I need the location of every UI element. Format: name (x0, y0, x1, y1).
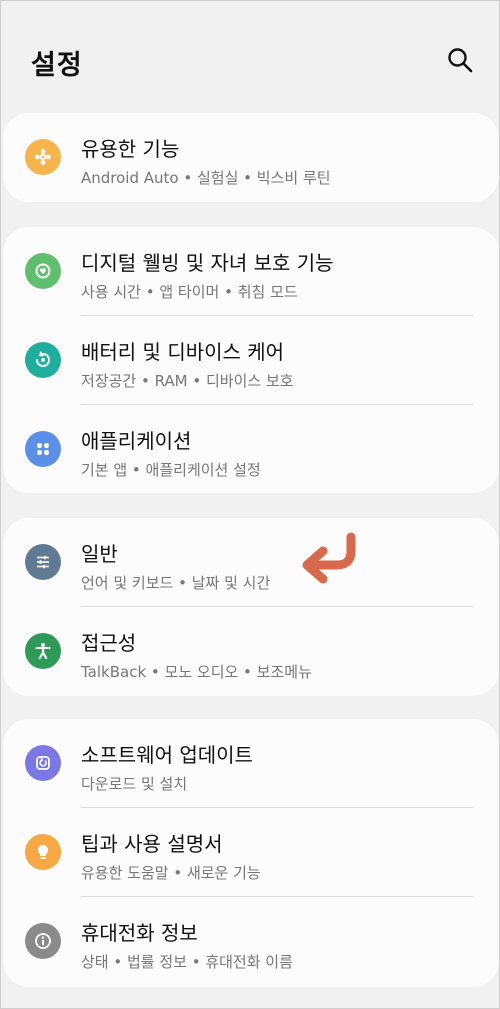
lightbulb-icon (25, 834, 61, 870)
settings-group-wellbeing: 디지털 웰빙 및 자녀 보호 기능 사용 시간 • 앱 타이머 • 취침 모드 … (3, 227, 499, 493)
menu-item-label: 일반 (81, 542, 118, 566)
search-icon[interactable] (445, 45, 475, 75)
menu-item-tips-manual[interactable]: 팁과 사용 설명서 유용한 도움말 • 새로운 기능 (3, 808, 499, 897)
menu-item-software-update[interactable]: 소프트웨어 업데이트 다운로드 및 설치 (3, 719, 499, 808)
accessibility-icon (25, 633, 61, 669)
header: 설정 (1, 1, 499, 111)
menu-item-label: 애플리케이션 (81, 429, 192, 453)
menu-item-phone-info[interactable]: 휴대전화 정보 상태 • 법률 정보 • 휴대전화 이름 (3, 897, 499, 986)
device-care-icon (25, 342, 61, 378)
menu-item-label: 디지털 웰빙 및 자녀 보호 기능 (81, 251, 334, 275)
menu-item-general[interactable]: 일반 언어 및 키보드 • 날짜 및 시간 (3, 518, 499, 607)
menu-item-label: 휴대전화 정보 (81, 921, 198, 945)
menu-item-accessibility[interactable]: 접근성 TalkBack • 모노 오디오 • 보조메뉴 (3, 607, 499, 696)
menu-item-applications[interactable]: 애플리케이션 기본 앱 • 애플리케이션 설정 (3, 405, 499, 494)
settings-screen: 설정 유용한 기능 Android Auto • 실험실 • 빅스비 루틴 디지… (0, 0, 500, 1009)
settings-group-general: 일반 언어 및 키보드 • 날짜 및 시간 접근성 TalkBack • 모노 … (3, 518, 499, 696)
settings-group-advanced: 유용한 기능 Android Auto • 실험실 • 빅스비 루틴 (3, 113, 499, 202)
menu-item-subtitle: 사용 시간 • 앱 타이머 • 취침 모드 (81, 283, 298, 301)
arrow-annotation-icon (297, 529, 361, 585)
menu-item-subtitle: Android Auto • 실험실 • 빅스비 루틴 (81, 169, 331, 187)
menu-item-subtitle: 저장공간 • RAM • 디바이스 보호 (81, 372, 294, 390)
menu-item-advanced-features[interactable]: 유용한 기능 Android Auto • 실험실 • 빅스비 루틴 (3, 113, 499, 202)
menu-item-subtitle: 다운로드 및 설치 (81, 775, 188, 793)
sliders-icon (25, 544, 61, 580)
apps-grid-icon (25, 431, 61, 467)
menu-item-label: 배터리 및 디바이스 케어 (81, 340, 285, 364)
update-icon (25, 745, 61, 781)
page-title: 설정 (31, 50, 83, 81)
menu-item-subtitle: 상태 • 법률 정보 • 휴대전화 이름 (81, 953, 293, 971)
menu-item-battery-device-care[interactable]: 배터리 및 디바이스 케어 저장공간 • RAM • 디바이스 보호 (3, 316, 499, 405)
digital-wellbeing-icon (25, 253, 61, 289)
menu-item-label: 소프트웨어 업데이트 (81, 743, 253, 767)
menu-item-label: 접근성 (81, 631, 137, 655)
menu-item-subtitle: TalkBack • 모노 오디오 • 보조메뉴 (81, 663, 312, 681)
menu-item-subtitle: 유용한 도움말 • 새로운 기능 (81, 864, 261, 882)
menu-item-label: 유용한 기능 (81, 137, 180, 161)
info-icon (25, 923, 61, 959)
menu-item-label: 팁과 사용 설명서 (81, 832, 223, 856)
menu-item-digital-wellbeing[interactable]: 디지털 웰빙 및 자녀 보호 기능 사용 시간 • 앱 타이머 • 취침 모드 (3, 227, 499, 316)
menu-item-subtitle: 기본 앱 • 애플리케이션 설정 (81, 461, 261, 479)
puzzle-icon (25, 139, 61, 175)
settings-group-support: 소프트웨어 업데이트 다운로드 및 설치 팁과 사용 설명서 유용한 도움말 •… (3, 719, 499, 987)
menu-item-subtitle: 언어 및 키보드 • 날짜 및 시간 (81, 574, 271, 592)
